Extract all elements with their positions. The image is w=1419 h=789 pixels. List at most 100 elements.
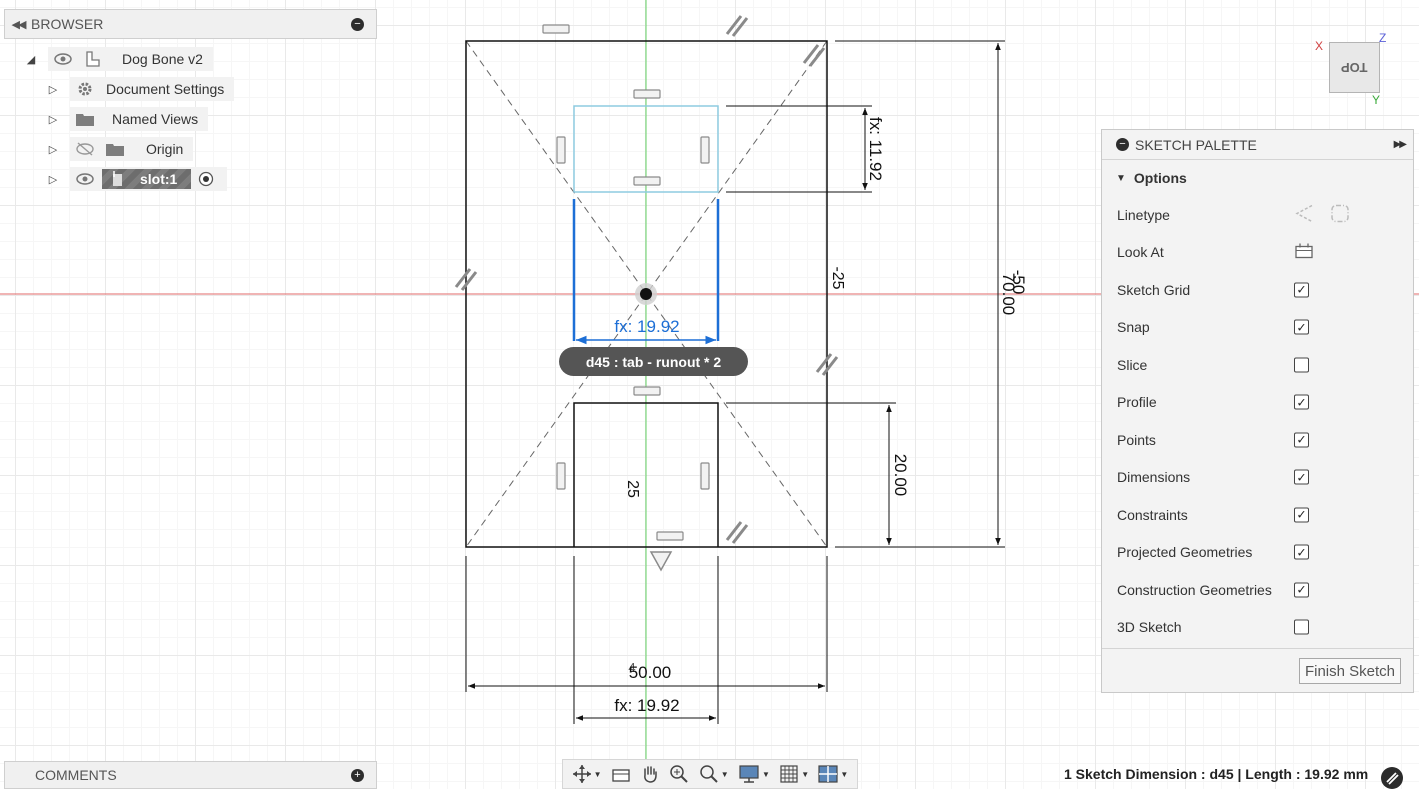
dim-2000-text[interactable]: 20.00 — [891, 454, 910, 497]
dim-bottom-1992-text[interactable]: fx: 19.92 — [614, 696, 679, 715]
eye-hidden-icon[interactable] — [74, 140, 96, 158]
grid-settings-button[interactable]: ▼ — [777, 762, 811, 786]
dim-5000-text[interactable]: 50.00 — [629, 663, 672, 682]
browser-title: BROWSER — [31, 16, 104, 32]
browser-header[interactable]: ◀◀ BROWSER − — [4, 9, 377, 39]
dim-active-text[interactable]: fx: 19.92 — [614, 317, 679, 336]
tree-item-slot[interactable]: ▷ slot:1 — [46, 167, 228, 191]
radio-target-icon[interactable] — [195, 170, 217, 188]
add-comment-icon[interactable]: + — [351, 768, 364, 782]
option-label: Linetype — [1117, 206, 1170, 223]
display-settings-button[interactable]: ▼ — [736, 762, 772, 786]
snap-checkbox[interactable]: ✓ — [1294, 319, 1309, 335]
eye-icon[interactable] — [52, 50, 74, 68]
dim-25-text[interactable]: 25 — [624, 480, 641, 498]
dropdown-caret-icon[interactable]: ▼ — [840, 770, 848, 779]
option-points[interactable]: Points ✓ — [1102, 421, 1413, 459]
projected-geometries-checkbox[interactable]: ✓ — [1294, 544, 1309, 560]
dropdown-caret-icon[interactable]: ▼ — [801, 770, 809, 779]
folder-icon — [104, 140, 126, 158]
comments-bar[interactable]: COMMENTS + — [4, 761, 377, 789]
option-label: Constraints — [1117, 506, 1188, 523]
comments-title: COMMENTS — [35, 767, 117, 783]
look-at-icon[interactable] — [1294, 242, 1314, 263]
profile-checkbox[interactable]: ✓ — [1294, 394, 1309, 410]
dropdown-caret-icon[interactable]: ▼ — [721, 770, 729, 779]
expand-triangle-icon[interactable]: ▷ — [46, 143, 60, 156]
tree-item-label: Dog Bone v2 — [122, 51, 203, 67]
grid-icon — [780, 765, 798, 783]
option-label: Points — [1117, 431, 1156, 448]
option-profile[interactable]: Profile ✓ — [1102, 384, 1413, 422]
option-dimensions[interactable]: Dimensions ✓ — [1102, 459, 1413, 497]
tree-item-origin[interactable]: ▷ Origin — [46, 137, 194, 161]
body-chip[interactable]: slot:1 — [102, 169, 192, 189]
tree-item-named-views[interactable]: ▷ Named Views — [46, 107, 209, 131]
construction-linetype-icon[interactable] — [1294, 203, 1314, 226]
3d-sketch-checkbox[interactable] — [1294, 619, 1309, 635]
viewcube[interactable]: X Z TOP Y — [1315, 30, 1395, 110]
dimensions-checkbox[interactable]: ✓ — [1294, 469, 1309, 485]
sketch-palette[interactable]: − SKETCH PALETTE ▶▶ ▼ Options Linetype L… — [1101, 129, 1414, 693]
constraints-checkbox[interactable]: ✓ — [1294, 507, 1309, 523]
palette-header[interactable]: − SKETCH PALETTE ▶▶ — [1102, 130, 1413, 160]
origin-dot — [640, 288, 652, 300]
eye-icon[interactable] — [74, 170, 96, 188]
pan-button[interactable] — [638, 762, 662, 786]
dim-neg25-text[interactable]: -25 — [829, 266, 846, 289]
feedback-icon[interactable] — [1381, 767, 1403, 789]
viewcube-face-label: TOP — [1341, 60, 1368, 75]
pan-icon — [644, 766, 657, 783]
option-projected-geometries[interactable]: Projected Geometries ✓ — [1102, 534, 1413, 572]
palette-title: SKETCH PALETTE — [1135, 136, 1257, 153]
body-icon — [110, 171, 126, 187]
expand-triangle-icon[interactable]: ▷ — [46, 173, 60, 186]
option-construction-geometries[interactable]: Construction Geometries ✓ — [1102, 571, 1413, 609]
collapse-left-icon[interactable]: ◀◀ — [5, 18, 31, 31]
palette-expand-icon[interactable]: ▶▶ — [1394, 139, 1407, 150]
option-label: Projected Geometries — [1117, 544, 1253, 561]
look-at-button[interactable] — [609, 762, 633, 786]
option-constraints[interactable]: Constraints ✓ — [1102, 496, 1413, 534]
tree-item-document-settings[interactable]: ▷ Document Settings — [46, 77, 235, 101]
browser-minimize-icon[interactable]: − — [351, 17, 364, 31]
status-text: 1 Sketch Dimension : d45 | Length : 19.9… — [1064, 766, 1369, 782]
folder-icon — [74, 110, 96, 128]
option-look-at: Look At — [1102, 234, 1413, 272]
slice-checkbox[interactable] — [1294, 357, 1309, 373]
points-checkbox[interactable]: ✓ — [1294, 432, 1309, 448]
option-slice[interactable]: Slice — [1102, 346, 1413, 384]
palette-minimize-icon[interactable]: − — [1116, 138, 1129, 151]
sketch-grid-checkbox[interactable]: ✓ — [1294, 282, 1309, 298]
viewports-icon — [818, 765, 839, 783]
centerline-linetype-icon[interactable] — [1330, 203, 1350, 226]
zoom-button[interactable] — [667, 762, 691, 786]
viewports-button[interactable]: ▼ — [816, 762, 850, 786]
orbit-button[interactable]: ▼ — [570, 762, 604, 786]
expand-triangle-icon[interactable]: ▷ — [46, 113, 60, 126]
options-section-header[interactable]: ▼ Options — [1102, 160, 1413, 196]
dropdown-caret-icon[interactable]: ▼ — [762, 770, 770, 779]
midpoint-constraint-icon[interactable] — [649, 551, 673, 572]
option-label: Profile — [1117, 394, 1157, 411]
collapse-triangle-icon[interactable]: ▼ — [1116, 173, 1126, 184]
zoom-window-button[interactable]: ▼ — [697, 762, 731, 786]
construction-geometries-checkbox[interactable]: ✓ — [1294, 582, 1309, 598]
dim-1192-text[interactable]: fx: 11.92 — [866, 117, 885, 181]
dim-7000-text[interactable]: 70.00 — [999, 273, 1018, 316]
option-linetype: Linetype — [1102, 196, 1413, 234]
option-snap[interactable]: Snap ✓ — [1102, 309, 1413, 347]
option-label: Construction Geometries — [1117, 581, 1272, 598]
option-3d-sketch[interactable]: 3D Sketch — [1102, 609, 1413, 647]
collapse-triangle-icon[interactable]: ◢ — [24, 53, 38, 66]
dropdown-caret-icon[interactable]: ▼ — [594, 770, 602, 779]
expand-triangle-icon[interactable]: ▷ — [46, 83, 60, 96]
viewcube-face[interactable]: TOP — [1329, 42, 1380, 93]
vertical-constraint-icon[interactable] — [556, 136, 710, 490]
navigation-toolbar: ▼ ▼ ▼ ▼ ▼ — [562, 759, 858, 789]
option-label: Slice — [1117, 356, 1148, 373]
option-sketch-grid[interactable]: Sketch Grid ✓ — [1102, 271, 1413, 309]
finish-sketch-button[interactable]: Finish Sketch — [1298, 658, 1401, 684]
option-label: Sketch Grid — [1117, 281, 1191, 298]
tree-item-root[interactable]: ◢ Dog Bone v2 — [24, 47, 213, 71]
